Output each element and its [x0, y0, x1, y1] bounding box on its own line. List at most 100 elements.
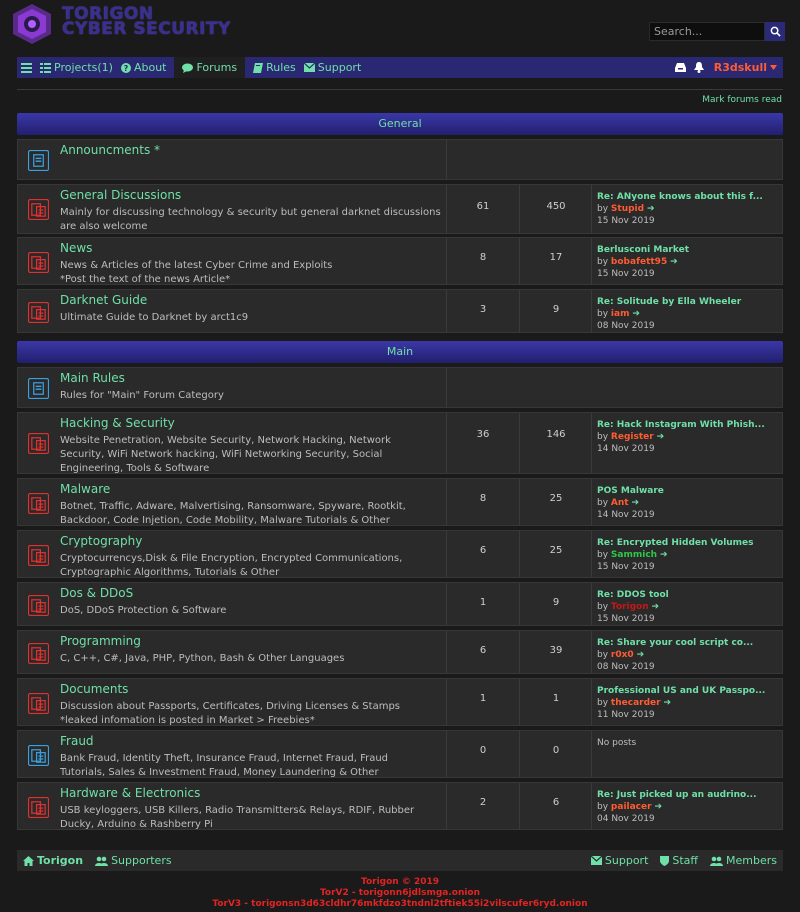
forum-icon-red[interactable] [28, 433, 49, 454]
forum-icon-blue[interactable] [28, 745, 49, 766]
forum-icon-blue[interactable] [28, 150, 49, 171]
go-to-post-arrow-icon[interactable]: ➔ [663, 698, 671, 708]
go-to-post-arrow-icon[interactable]: ➔ [647, 204, 655, 214]
forum-title[interactable]: Announcments * [60, 143, 160, 157]
forum-title[interactable]: Fraud [60, 734, 94, 748]
inbox-button[interactable] [671, 57, 690, 78]
nav-support[interactable]: Support [300, 57, 365, 78]
last-post-title[interactable]: Re: Encrypted Hidden Volumes [597, 537, 777, 549]
column-separator [519, 783, 520, 829]
comment-icon [182, 63, 194, 73]
footer-staff-link[interactable]: Staff [654, 854, 704, 867]
forum-icon-red[interactable] [28, 693, 49, 714]
forum-title[interactable]: Programming [60, 634, 141, 648]
go-to-post-arrow-icon[interactable]: ➔ [657, 432, 665, 442]
category-main[interactable]: Main [17, 341, 783, 363]
last-post-title[interactable]: Re: Share your cool script co... [597, 637, 777, 649]
footer-home-link[interactable]: Torigon [17, 854, 89, 867]
last-post-title[interactable]: Re: Hack Instagram With Phish... [597, 419, 777, 431]
forum-description: C, C++, C#, Java, PHP, Python, Bash & Ot… [60, 653, 345, 664]
forum-icon-red[interactable] [28, 643, 49, 664]
forum-icon-red[interactable] [28, 199, 49, 220]
column-separator [519, 583, 520, 625]
go-to-post-arrow-icon[interactable]: ➔ [632, 309, 640, 319]
forum-title[interactable]: Cryptography [60, 534, 142, 548]
forum-title[interactable]: News [60, 241, 92, 255]
last-post-title[interactable]: Re: ANyone knows about this f... [597, 191, 777, 203]
torigon-logo-icon[interactable] [8, 3, 56, 45]
footer-home-label: Torigon [37, 854, 84, 867]
forum-icon-red[interactable] [28, 493, 49, 514]
footer-members-link[interactable]: Members [704, 854, 783, 867]
footer-supporters-link[interactable]: Supporters [89, 854, 178, 867]
thread-count: 0 [479, 745, 487, 756]
search-button[interactable] [765, 22, 785, 41]
go-to-post-arrow-icon[interactable]: ➔ [654, 802, 662, 812]
last-post-user[interactable]: Torigon [611, 602, 649, 612]
last-post-by: by Ant ➔ [597, 497, 777, 509]
last-post-user[interactable]: Sammich [611, 550, 657, 560]
forum-title[interactable]: Hardware & Electronics [60, 786, 200, 800]
go-to-post-arrow-icon[interactable]: ➔ [631, 498, 639, 508]
column-separator [446, 140, 447, 179]
mark-forums-read-link[interactable]: Mark forums read [702, 95, 782, 105]
navbar: Projects(1) ? About Forums Rules Support… [17, 57, 783, 78]
forum-title[interactable]: Malware [60, 482, 110, 496]
notifications-button[interactable] [690, 57, 708, 78]
post-count: 17 [549, 252, 563, 263]
forum-title[interactable]: Hacking & Security [60, 416, 175, 430]
menu-toggle-button[interactable] [17, 57, 36, 78]
last-post-user[interactable]: Ant [611, 498, 629, 508]
header: TORIGON CYBER SECURITY [0, 0, 800, 50]
forum-icon-red[interactable] [28, 252, 49, 273]
forum-description: Mainly for discussing technology & secur… [60, 207, 441, 232]
forum-title[interactable]: Darknet Guide [60, 293, 147, 307]
nav-projects[interactable]: Projects(1) [36, 57, 117, 78]
forum-row-hardware-electronics: Hardware & Electronics USB keyloggers, U… [17, 782, 783, 830]
forum-title[interactable]: Main Rules [60, 371, 125, 385]
forum-title[interactable]: Dos & DDoS [60, 586, 133, 600]
last-post-title[interactable]: Re: DDOS tool [597, 589, 777, 601]
forum-title[interactable]: General Discussions [60, 188, 181, 202]
forum-icon-red[interactable] [28, 595, 49, 616]
last-post-title[interactable]: Professional US and UK Passpo... [597, 685, 777, 697]
last-post-title[interactable]: Re: Solitude by Ella Wheeler [597, 296, 777, 308]
last-post-title[interactable]: POS Malware [597, 485, 777, 497]
forum-title[interactable]: Documents [60, 682, 128, 696]
forum-row-main-rules: Main Rules Rules for "Main" Forum Catego… [17, 367, 783, 408]
footer-support-link[interactable]: Support [585, 854, 654, 867]
last-post-user[interactable]: pailacer [611, 802, 652, 812]
forum-description: Cryptocurrencys,Disk & File Encryption, … [60, 553, 403, 578]
forum-icon-red[interactable] [28, 545, 49, 566]
last-post-user[interactable]: Register [611, 432, 654, 442]
forum-icon-blue[interactable] [28, 378, 49, 399]
no-posts-label: No posts [597, 738, 637, 748]
last-post-by: by Torigon ➔ [597, 601, 777, 613]
last-post-title[interactable]: Re: Just picked up an audrino... [597, 789, 777, 801]
last-post-user[interactable]: Stupid [611, 204, 644, 214]
forum-icon-red[interactable] [28, 302, 49, 323]
go-to-post-arrow-icon[interactable]: ➔ [637, 650, 645, 660]
nav-about[interactable]: ? About [117, 57, 171, 78]
search-input[interactable] [649, 22, 765, 41]
nav-forums[interactable]: Forums [174, 57, 246, 78]
go-to-post-arrow-icon[interactable]: ➔ [651, 602, 659, 612]
by-label: by [597, 550, 609, 560]
nav-rules[interactable]: Rules [249, 57, 300, 78]
forum-icon-red[interactable] [28, 797, 49, 818]
user-menu[interactable]: R3dskull [708, 61, 783, 74]
last-post-date: 15 Nov 2019 [597, 614, 655, 624]
category-general[interactable]: General [17, 113, 783, 135]
last-post-user[interactable]: iam [611, 309, 630, 319]
go-to-post-arrow-icon[interactable]: ➔ [670, 257, 678, 267]
last-post-user[interactable]: bobafett95 [611, 257, 667, 267]
nav-support-label: Support [317, 61, 362, 74]
column-separator [519, 185, 520, 233]
last-post-title[interactable]: Berlusconi Market [597, 244, 777, 256]
last-post-user[interactable]: r0x0 [611, 650, 634, 660]
column-separator [591, 479, 592, 525]
go-to-post-arrow-icon[interactable]: ➔ [660, 550, 668, 560]
brand-title[interactable]: TORIGON CYBER SECURITY [62, 6, 231, 38]
users-icon [710, 856, 724, 866]
last-post-user[interactable]: thecarder [611, 698, 661, 708]
